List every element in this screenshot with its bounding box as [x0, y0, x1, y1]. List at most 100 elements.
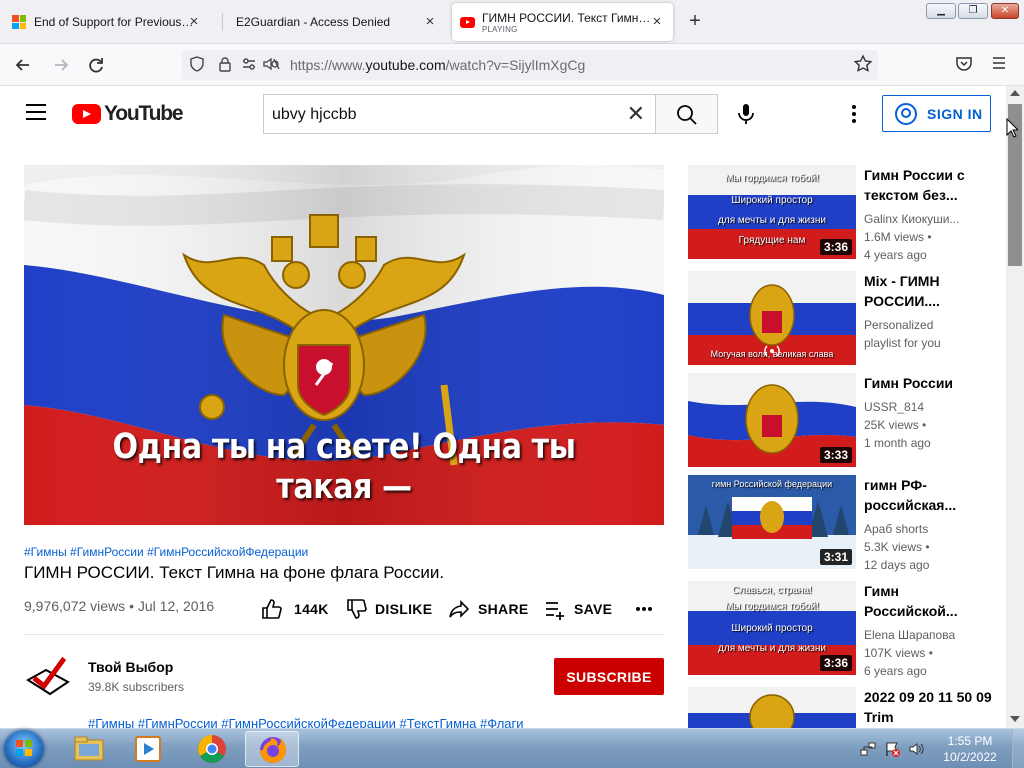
browser-nav-bar: https://www.youtube.com/watch?v=SijylImX…	[0, 44, 1024, 86]
forward-arrow-icon[interactable]	[50, 54, 72, 76]
tab-title: End of Support for Previous Versi	[34, 15, 196, 29]
close-tab-icon[interactable]: ×	[422, 14, 438, 30]
scroll-up-icon[interactable]	[1010, 90, 1020, 96]
restore-button[interactable]: ❐	[958, 3, 988, 19]
share-button[interactable]: SHARE	[448, 598, 529, 620]
video-player[interactable]: Одна ты на свете! Одна ты такая —	[24, 165, 664, 525]
tab-gimn-rossii[interactable]: ГИМН РОССИИ. Текст Гимна н PLAYING ×	[452, 3, 673, 41]
close-tab-icon[interactable]: ×	[186, 14, 202, 30]
account-icon	[895, 102, 917, 125]
volume-icon[interactable]	[908, 741, 924, 757]
recommendation-channel[interactable]: USSR_814	[864, 398, 992, 416]
show-desktop-button[interactable]	[1012, 729, 1024, 768]
taskbar-clock[interactable]: 1:55 PM 10/2/2022	[930, 733, 1010, 765]
dislike-button[interactable]: DISLIKE	[345, 598, 432, 620]
taskbar-chrome[interactable]	[185, 731, 239, 767]
tab-title: ГИМН РОССИИ. Текст Гимна н	[482, 10, 652, 25]
recommendation-channel[interactable]: Elena Шарапова	[864, 626, 992, 644]
taskbar-firefox[interactable]	[245, 731, 299, 767]
search-query[interactable]: ubvy hjccbb	[272, 106, 357, 124]
recommendation-age: 6 years ago	[864, 664, 927, 678]
video-duration: 3:36	[819, 239, 852, 255]
more-actions-icon[interactable]	[636, 598, 660, 620]
folder-icon	[74, 736, 104, 761]
recommendation-views: 25K views •	[864, 418, 927, 432]
sign-in-label: SIGN IN	[927, 105, 983, 122]
tracking-shield-icon[interactable]	[188, 56, 206, 74]
taskbar-explorer[interactable]	[62, 731, 116, 767]
voice-search-icon[interactable]	[734, 102, 758, 126]
channel-name[interactable]: Твой Выбор	[88, 659, 173, 675]
recommendation-item[interactable]: Мы гордимся тобой! Широкий простор для м…	[688, 165, 1006, 262]
video-thumbnail[interactable]: Славься, страна! Мы гордимся тобой! Широ…	[688, 581, 856, 675]
youtube-icon	[460, 16, 475, 28]
tab-title: E2Guardian - Access Denied	[236, 15, 391, 29]
tab-end-of-support[interactable]: End of Support for Previous Versi ×	[4, 3, 210, 41]
guide-menu-icon[interactable]	[26, 104, 46, 120]
menu-hamburger-icon[interactable]	[988, 54, 1010, 76]
tab-e2guardian[interactable]: E2Guardian - Access Denied ×	[228, 3, 446, 41]
close-tab-icon[interactable]: ×	[649, 14, 665, 30]
recommendation-item[interactable]: Могучая воля, великая слава Mix - ГИМН Р…	[688, 271, 1006, 365]
recommendation-title[interactable]: Гимн России	[864, 373, 992, 393]
video-hashtags[interactable]: #Гимны #ГимнРоссии #ГимнРоссийскойФедера…	[24, 545, 308, 559]
video-thumbnail[interactable]	[688, 687, 856, 728]
recommendation-title[interactable]: гимн РФ- российская...	[864, 475, 992, 515]
recommendation-item[interactable]: гимн Российской федерации 3:31 гимн РФ- …	[688, 475, 1006, 572]
channel-avatar[interactable]	[24, 652, 72, 700]
autoplay-blocked-icon[interactable]	[262, 56, 280, 74]
minimize-button[interactable]: ▁	[926, 3, 956, 19]
clear-search-icon[interactable]: ✕	[627, 102, 645, 126]
action-center-flag-icon[interactable]	[884, 741, 900, 757]
search-icon	[677, 105, 697, 125]
more-options-icon[interactable]	[850, 102, 858, 126]
video-thumbnail[interactable]: Могучая воля, великая слава	[688, 271, 856, 365]
recommendation-item[interactable]: 3:33 Гимн России USSR_814 25K views • 1 …	[688, 373, 1006, 467]
video-duration: 3:31	[819, 549, 852, 565]
recommendation-title[interactable]: Гимн Российской...	[864, 581, 992, 621]
network-icon[interactable]	[860, 741, 876, 757]
recommendation-channel[interactable]: Араб shorts	[864, 520, 992, 538]
permissions-icon[interactable]	[240, 56, 258, 74]
bookmark-star-icon[interactable]	[852, 54, 874, 76]
lock-icon[interactable]	[216, 56, 234, 74]
search-button[interactable]	[655, 94, 718, 134]
taskbar-media-player[interactable]	[121, 731, 175, 767]
windows-logo-icon	[16, 740, 32, 756]
media-player-icon	[135, 736, 161, 762]
scroll-down-icon[interactable]	[1010, 716, 1020, 722]
save-button[interactable]: SAVE	[544, 598, 612, 620]
recommendation-item[interactable]: 2022 09 20 11 50 09 Trim	[688, 687, 1006, 728]
sign-in-button[interactable]: SIGN IN	[882, 95, 991, 132]
youtube-logo[interactable]: YouTube	[72, 102, 184, 126]
back-arrow-icon[interactable]	[12, 54, 34, 76]
recommendation-title[interactable]: Гимн России с текстом без...	[864, 165, 992, 205]
recommendation-title[interactable]: Mix - ГИМН РОССИИ....	[864, 271, 992, 311]
recommendation-title[interactable]: 2022 09 20 11 50 09 Trim	[864, 687, 992, 727]
address-bar[interactable]: https://www.youtube.com/watch?v=SijylImX…	[182, 50, 878, 80]
search-input[interactable]: ubvy hjccbb ✕	[263, 94, 655, 134]
windows-taskbar: 1:55 PM 10/2/2022	[0, 728, 1024, 768]
reload-icon[interactable]	[85, 54, 107, 76]
playlist-add-icon	[546, 602, 564, 620]
video-thumbnail[interactable]: Мы гордимся тобой! Широкий простор для м…	[688, 165, 856, 259]
video-thumbnail[interactable]: гимн Российской федерации 3:31	[688, 475, 856, 569]
subscribe-button[interactable]: SUBSCRIBE	[554, 658, 664, 695]
close-window-button[interactable]: ✕	[991, 3, 1019, 19]
recommendation-channel[interactable]: Galinx Киокуши...	[864, 210, 992, 228]
recommendation-channel: Personalized	[864, 318, 934, 332]
url-text[interactable]: https://www.youtube.com/watch?v=SijylImX…	[290, 57, 585, 73]
recommendation-item[interactable]: Славься, страна! Мы гордимся тобой! Широ…	[688, 581, 1006, 678]
thumbnail-lyric-line: Мы гордимся тобой!	[725, 601, 819, 612]
video-thumbnail[interactable]: 3:33	[688, 373, 856, 467]
youtube-header: YouTube ubvy hjccbb ✕ SIGN IN	[0, 86, 1006, 142]
page-scrollbar[interactable]	[1006, 86, 1024, 728]
pocket-icon[interactable]	[953, 54, 975, 76]
video-duration: 3:33	[819, 447, 852, 463]
like-button[interactable]: 144K	[260, 598, 329, 620]
thumbnail-lyric-line: для мечты и для жизни	[718, 643, 826, 654]
dislike-label: DISLIKE	[375, 601, 433, 617]
start-button[interactable]	[4, 730, 44, 768]
thumbnail-lyric-line: Мы гордимся тобой!	[725, 173, 819, 184]
new-tab-button[interactable]: +	[686, 11, 704, 31]
